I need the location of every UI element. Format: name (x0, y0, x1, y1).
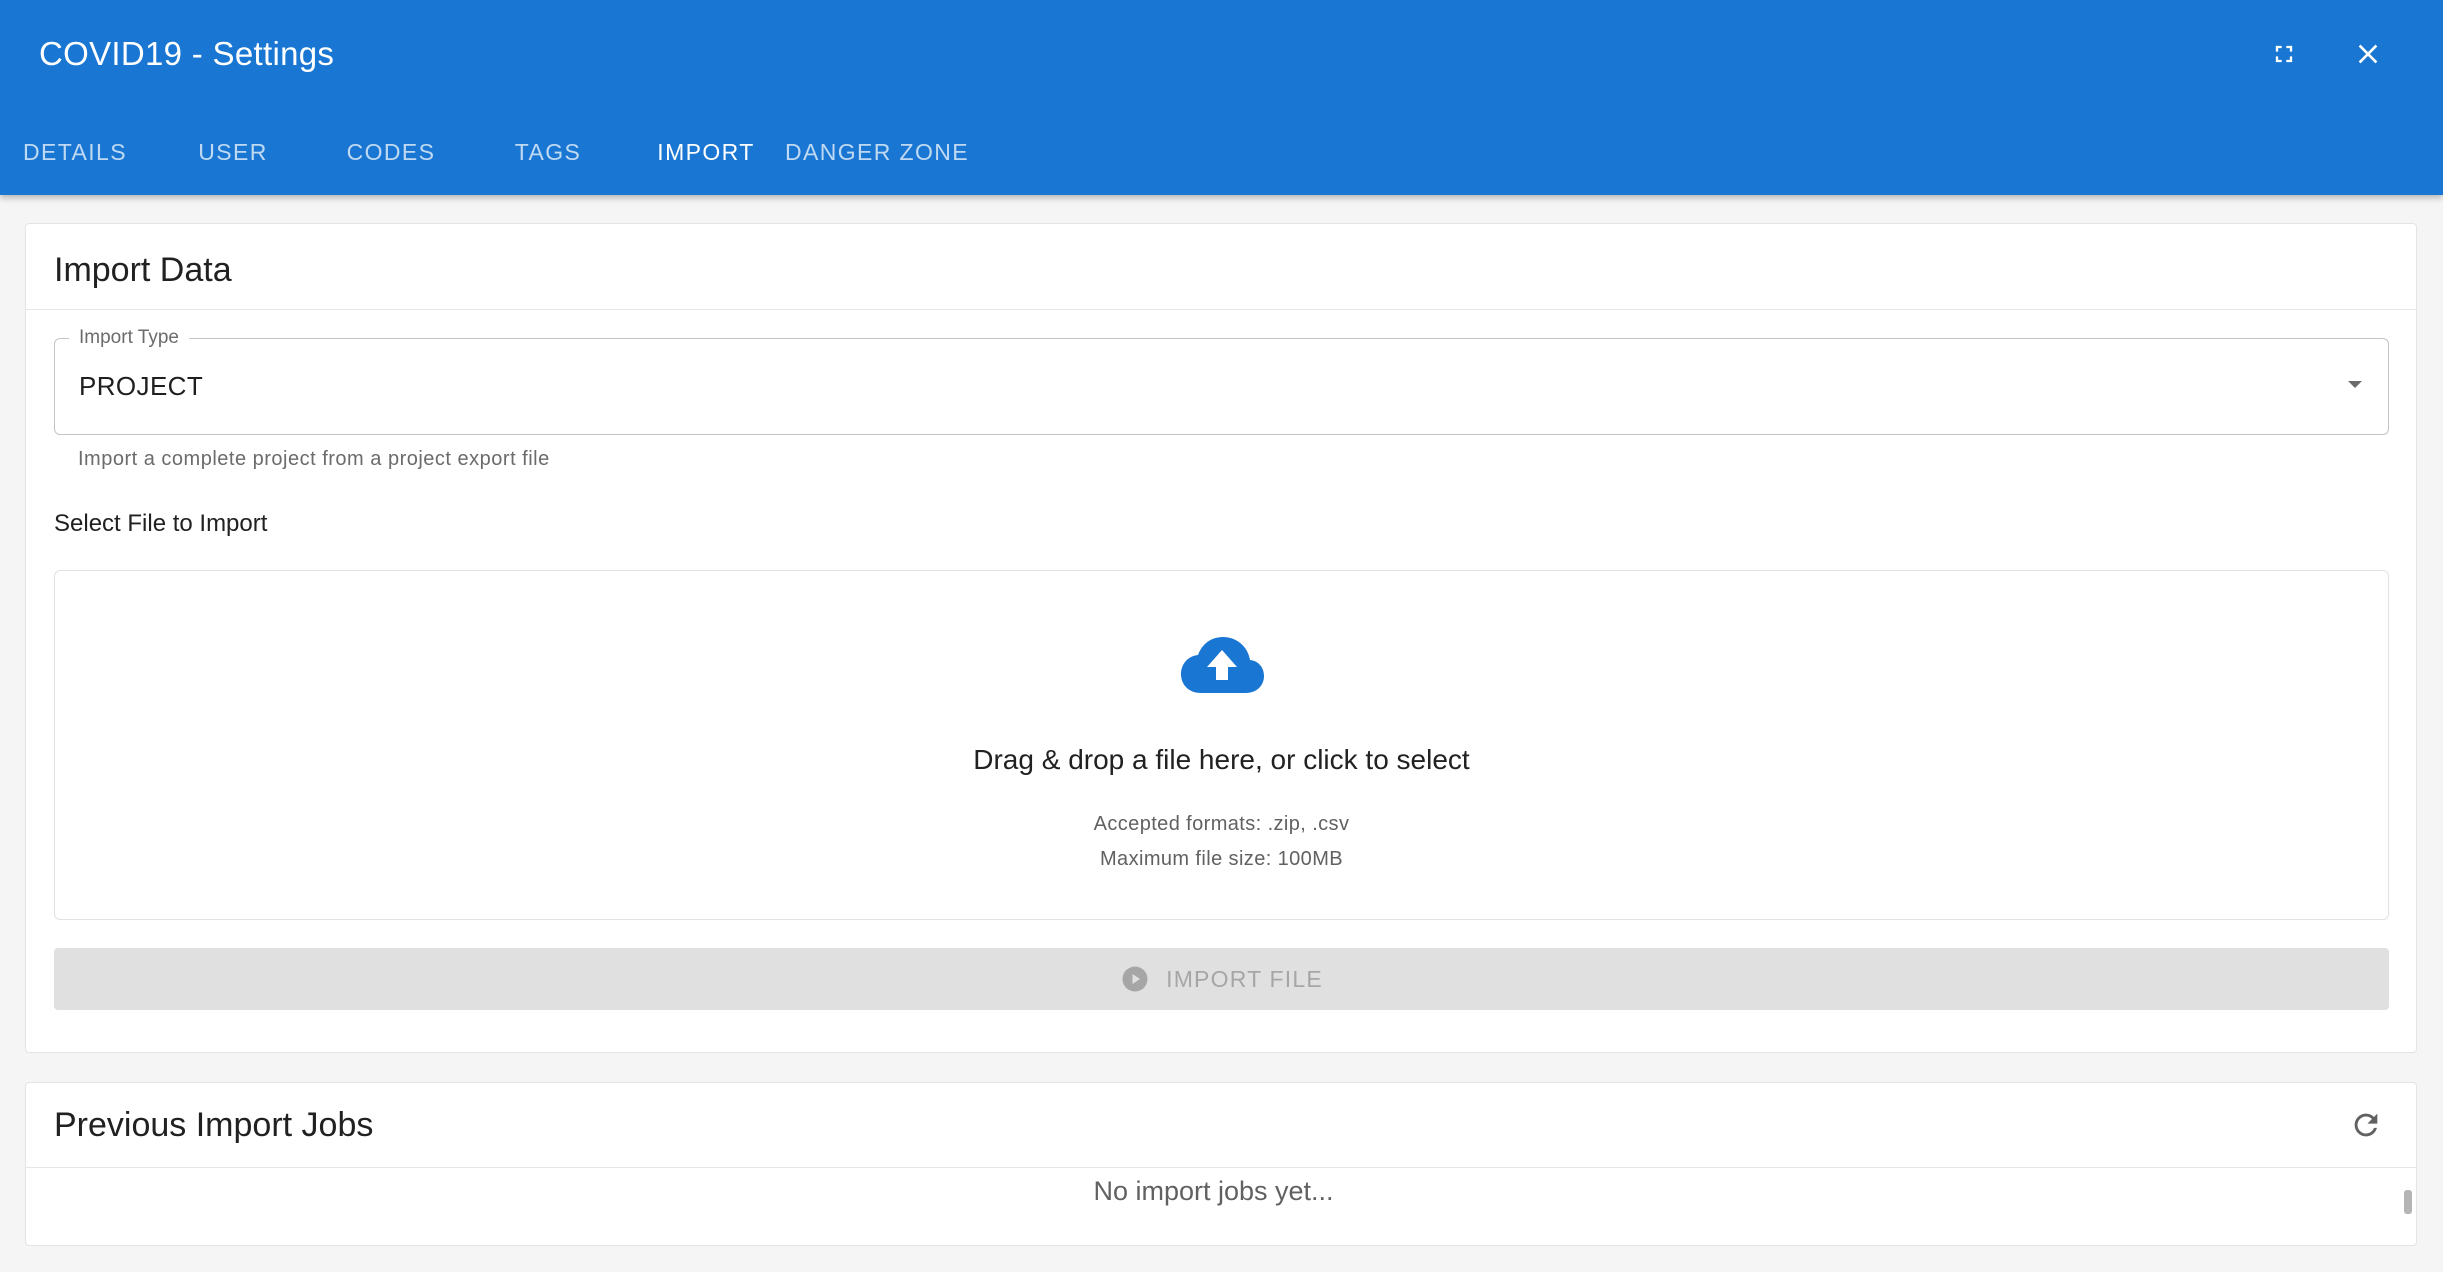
tab-tags[interactable]: TAGS (466, 121, 630, 183)
tab-user[interactable]: USER (150, 121, 316, 183)
play-circle-icon (1122, 966, 1148, 992)
tab-codes[interactable]: CODES (316, 121, 466, 183)
import-type-value: PROJECT (79, 371, 204, 401)
refresh-button[interactable] (2344, 1103, 2388, 1147)
refresh-icon (2354, 1113, 2378, 1137)
scrollbar-thumb[interactable] (2404, 1190, 2412, 1214)
import-file-button[interactable]: IMPORT FILE (54, 948, 2389, 1010)
app-bar: COVID19 - Settings DETAILS USER CODES TA… (0, 0, 2443, 195)
card-divider (26, 309, 2416, 310)
dialog-title: COVID19 - Settings (39, 35, 335, 72)
fullscreen-icon (2275, 45, 2293, 63)
card-divider (26, 1167, 2416, 1168)
accepted-formats-text: Accepted formats: .zip, .csv (1093, 813, 1350, 835)
import-file-button-content: IMPORT FILE (1120, 964, 1323, 994)
import-file-label: IMPORT FILE (1166, 965, 1323, 992)
import-data-title: Import Data (54, 251, 232, 289)
tab-danger-zone[interactable]: DANGER ZONE (782, 121, 972, 183)
close-button[interactable] (2344, 30, 2392, 78)
max-file-size-text: Maximum file size: 100MB (1100, 848, 1343, 870)
import-data-card: Import Data Import Type PROJECT Import a… (25, 223, 2417, 1053)
file-dropzone[interactable]: Drag & drop a file here, or click to sel… (54, 570, 2389, 920)
select-file-label: Select File to Import (54, 510, 268, 537)
previous-import-jobs-title: Previous Import Jobs (54, 1106, 374, 1144)
tab-details[interactable]: DETAILS (0, 121, 150, 183)
empty-jobs-text: No import jobs yet... (1093, 1176, 1334, 1206)
close-icon (2358, 44, 2378, 64)
fullscreen-button[interactable] (2260, 30, 2308, 78)
previous-import-jobs-card: Previous Import Jobs No import jobs yet.… (25, 1082, 2417, 1246)
tab-import[interactable]: IMPORT (630, 121, 782, 183)
dropzone-main-text: Drag & drop a file here, or click to sel… (973, 744, 1470, 775)
import-type-helper: Import a complete project from a project… (78, 448, 550, 470)
cloud-upload-icon (1181, 637, 1264, 693)
dropdown-arrow-icon (2348, 381, 2362, 388)
import-type-select[interactable]: Import Type PROJECT (54, 326, 2389, 435)
tab-bar: DETAILS USER CODES TAGS IMPORT DANGER ZO… (0, 121, 972, 183)
